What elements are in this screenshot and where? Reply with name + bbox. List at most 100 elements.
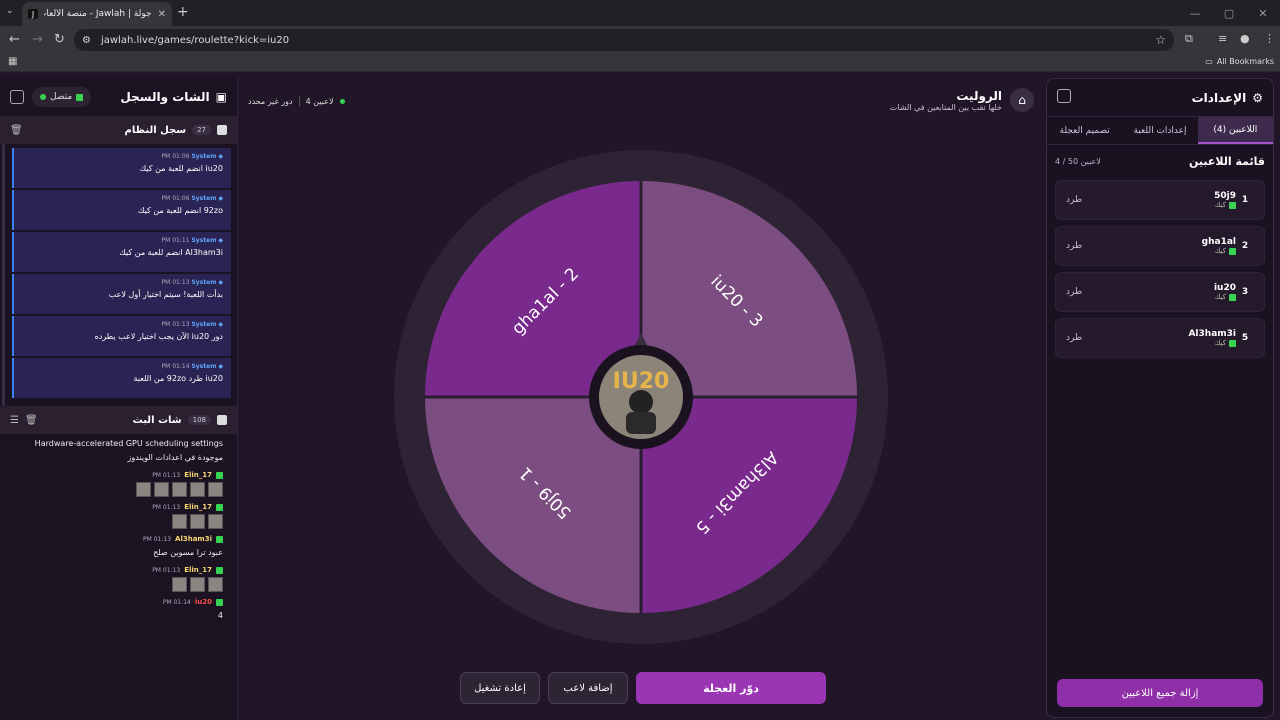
player-source: كيك — [1214, 201, 1236, 209]
system-log-list[interactable]: PM 01:06 System ◆ iu20 انضم للعبة من كيك P… — [0, 144, 237, 406]
emote-icon — [208, 482, 223, 497]
message-text: 92zo انضم للعبة من كيك — [137, 206, 223, 215]
online-dot-icon — [40, 94, 46, 100]
roulette-wheel[interactable]: iu20 - 3Al3ham3i - 550j9 - 1gha1al - 2 I… — [394, 150, 888, 644]
collapse-panel-icon[interactable] — [1057, 89, 1071, 103]
system-log-icon — [217, 125, 227, 135]
chat-username[interactable]: Elin_17 — [184, 566, 212, 574]
game-title: الروليت — [956, 88, 1002, 103]
system-message: PM 01:14 System ◆ iu20 طرد 92zo من اللعبة — [12, 358, 231, 398]
chat-username[interactable]: Elin_17 — [184, 503, 212, 511]
media-icon[interactable]: ≡ — [1218, 32, 1227, 45]
url-field[interactable]: ⚙ jawlah.live/games/roulette?kick=iu20 ☆ — [74, 29, 1174, 51]
kick-player-button[interactable]: طرد — [1066, 195, 1082, 205]
profile-avatar[interactable]: ● — [1240, 32, 1250, 45]
player-name: iu20 — [1213, 283, 1236, 293]
message-meta: PM 01:14 iu20 — [10, 598, 223, 606]
settings-panel: الإعدادات ⚙ تصميم العجلة إعدادات اللعبة … — [1046, 78, 1274, 718]
settings-title: الإعدادات — [1191, 90, 1247, 105]
scrollbar[interactable] — [2, 144, 5, 406]
live-chat-list[interactable]: Hardware-accelerated GPU scheduling sett… — [0, 434, 237, 716]
browser-tab[interactable]: J جولة | Jawlah - منصة الألعاب الت... ✕ — [22, 2, 172, 26]
chat-username[interactable]: Al3ham3i — [175, 535, 212, 543]
emote-row — [10, 482, 223, 497]
system-message: PM 01:06 System ◆ iu20 انضم للعبة من كيك — [12, 148, 231, 188]
player-row: طرد iu20 كيك 3 — [1055, 272, 1265, 312]
folder-icon: ▭ — [1205, 57, 1213, 66]
message-meta: PM 01:13 Elin_17 — [10, 566, 223, 574]
emote-icon — [208, 514, 223, 529]
system-log-header[interactable]: 🗑 سجل النظام 27 — [0, 116, 237, 144]
tab-wheel-design[interactable]: تصميم العجلة — [1047, 117, 1122, 144]
extensions-icon[interactable]: ⧉ — [1185, 32, 1193, 46]
forward-icon[interactable]: → — [32, 32, 43, 47]
menu-icon[interactable]: ⋮ — [1264, 32, 1275, 45]
chat-username[interactable]: Elin_17 — [184, 471, 212, 479]
emote-icon — [172, 514, 187, 529]
trash-icon[interactable]: 🗑 — [25, 415, 38, 426]
apps-icon[interactable]: ▦ — [8, 56, 17, 67]
emote-icon — [208, 577, 223, 592]
message-text: بدأت اللعبة! سيتم اختيار أول لاعب — [108, 290, 223, 299]
tab-players[interactable]: اللاعبين (4) — [1197, 117, 1273, 144]
system-log-count: 27 — [192, 125, 211, 135]
message-meta: PM 01:13 Elin_17 — [10, 471, 223, 479]
close-tab-icon[interactable]: ✕ — [158, 9, 166, 20]
close-window-icon[interactable]: ✕ — [1246, 0, 1280, 26]
bookmark-star-icon[interactable]: ☆ — [1155, 33, 1166, 47]
trash-icon[interactable]: 🗑 — [10, 125, 23, 136]
filter-icon[interactable]: ☰ — [10, 415, 19, 426]
game-area: دور غير محدد 4 لاعبين الروليت خلها تقب ب… — [238, 78, 1044, 720]
live-chat-header: ☰ 🗑 شات البث 108 — [0, 406, 237, 434]
message-text: Al3ham3i انضم للعبة من كيك — [119, 248, 223, 257]
tab-search-icon[interactable]: ⌄ — [6, 6, 14, 16]
chat-header: متصل الشات والسجل ▣ — [0, 78, 237, 116]
reload-icon[interactable]: ↻ — [54, 32, 65, 47]
chat-message: PM 01:13 Elin_17 — [10, 503, 223, 529]
player-source: كيك — [1214, 293, 1236, 301]
back-icon[interactable]: ← — [9, 32, 20, 47]
home-icon[interactable]: ⌂ — [1010, 88, 1034, 112]
settings-header: الإعدادات ⚙ — [1047, 79, 1273, 117]
player-row: طرد Al3ham3i كيك 5 — [1055, 318, 1265, 358]
message-meta: PM 01:14 System ◆ — [161, 363, 223, 370]
app-root: متصل الشات والسجل ▣ 🗑 سجل النظام 27 PM 01… — [0, 72, 1280, 720]
message-meta: PM 01:11 System ◆ — [161, 237, 223, 244]
chat-username[interactable]: iu20 — [195, 598, 212, 606]
window-controls: — ▢ ✕ — [1178, 0, 1280, 26]
emote-icon — [172, 482, 187, 497]
live-chat-icon — [217, 415, 227, 425]
chat-message: PM 01:14 iu20 4 — [10, 598, 223, 623]
avatar-figure-body — [626, 412, 656, 434]
maximize-icon[interactable]: ▢ — [1212, 0, 1246, 26]
kick-player-button[interactable]: طرد — [1066, 287, 1082, 297]
chat-message: PM 01:13 Elin_17 — [10, 471, 223, 497]
kick-player-button[interactable]: طرد — [1066, 241, 1082, 251]
site-favicon-icon: J — [28, 9, 38, 19]
minimize-icon[interactable]: — — [1178, 0, 1212, 26]
kick-player-button[interactable]: طرد — [1066, 333, 1082, 343]
player-name: 50j9 — [1214, 191, 1236, 201]
url-text: jawlah.live/games/roulette?kick=iu20 — [100, 34, 290, 46]
message-meta: PM 01:13 Al3ham3i — [10, 535, 223, 543]
player-list-title: قائمة اللاعبين — [1189, 155, 1265, 168]
connection-status: متصل — [32, 87, 92, 107]
chat-message: Hardware-accelerated GPU scheduling sett… — [10, 437, 223, 465]
remove-all-players-button[interactable]: إزالة جميع اللاعبين — [1057, 679, 1263, 707]
all-bookmarks[interactable]: ▭ All Bookmarks — [1205, 57, 1274, 66]
add-player-button[interactable]: إضافة لاعب — [548, 672, 628, 704]
emote-icon — [172, 577, 187, 592]
new-tab-icon[interactable]: + — [177, 4, 189, 20]
spin-button[interactable]: دوّر العجلة — [636, 672, 826, 704]
tab-game-settings[interactable]: إعدادات اللعبة — [1122, 117, 1197, 144]
reset-button[interactable]: إعادة تشغيل — [460, 672, 540, 704]
player-name: Al3ham3i — [1188, 329, 1236, 339]
player-source: كيك — [1202, 247, 1236, 255]
player-info: 50j9 كيك — [1214, 191, 1236, 209]
player-info: Al3ham3i كيك — [1188, 329, 1236, 347]
collapse-panel-icon[interactable] — [10, 90, 24, 104]
shield-icon: ◆ — [218, 237, 223, 244]
bookmarks-bar: ▦ ▭ All Bookmarks — [0, 54, 1280, 72]
site-info-icon[interactable]: ⚙ — [82, 35, 91, 46]
shield-icon: ◆ — [218, 321, 223, 328]
